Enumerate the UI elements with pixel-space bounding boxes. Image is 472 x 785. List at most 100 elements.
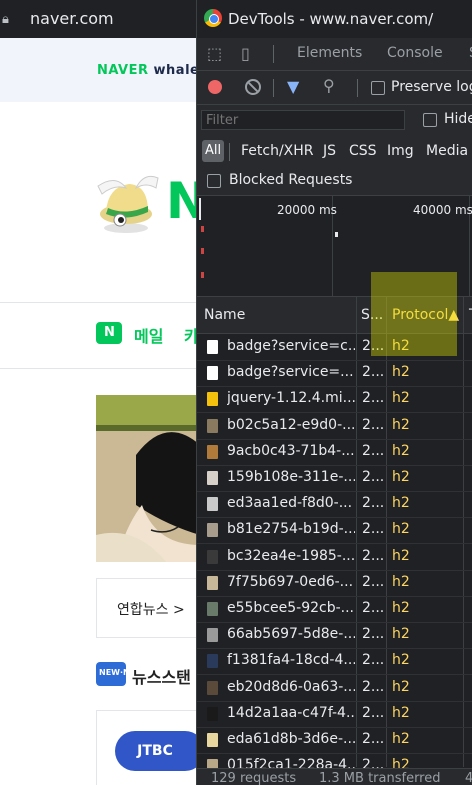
table-row[interactable]: badge?service=... 2... h2	[197, 360, 472, 388]
separator	[229, 143, 230, 161]
whale-promo-banner[interactable]: NAVER whale	[0, 38, 200, 102]
request-name[interactable]: 9acb0c43-71b4-...	[227, 443, 355, 459]
request-name[interactable]: badge?service=...	[227, 364, 355, 380]
table-row[interactable]: b81e2754-b19d-... 2... h2	[197, 517, 472, 545]
request-name[interactable]: 7f75b697-0ed6-...	[227, 574, 355, 590]
resource-type-filter: All Fetch/XHR JS CSS Img Media	[197, 135, 472, 167]
request-name[interactable]: ed3aa1ed-f8d0-...	[227, 495, 355, 511]
table-row[interactable]: b02c5a12-e9d0-... 2... h2	[197, 413, 472, 440]
request-status: 2...	[362, 731, 385, 747]
request-protocol: h2	[392, 678, 410, 695]
table-row[interactable]: jquery-1.12.4.mi... 2... h2	[197, 386, 472, 414]
tab-console[interactable]: Console	[387, 45, 443, 61]
blocked-requests-checkbox[interactable]	[207, 174, 221, 188]
type-img[interactable]: Img	[387, 143, 414, 159]
press-card: JTBC	[96, 710, 200, 785]
naver-n-letter: N	[166, 172, 200, 230]
table-row[interactable]: 9acb0c43-71b4-... 2... h2	[197, 439, 472, 466]
naver-page: NAVER whale N N 메일 카 연합뉴스 > NEW·N 뉴스스탠 J…	[0, 38, 200, 785]
type-css[interactable]: CSS	[349, 143, 377, 159]
devtools-title: DevTools - www.naver.com/	[228, 10, 434, 28]
search-icon[interactable]: ⚲	[323, 76, 335, 95]
promo-naver-text: NAVER	[97, 63, 149, 78]
request-status: 2...	[362, 416, 385, 433]
devtools-window: DevTools - www.naver.com/ ⬚ ▯ Elements C…	[196, 0, 472, 785]
request-status: 2...	[362, 704, 385, 721]
table-row[interactable]: f1381fa4-18cd-4... 2... h2	[197, 648, 472, 676]
newsstand-icon: NEW·N	[96, 662, 130, 686]
news-source-card[interactable]: 연합뉴스 >	[96, 578, 200, 638]
devtools-titlebar[interactable]: DevTools - www.naver.com/	[197, 0, 472, 38]
table-row[interactable]: eda61d8b-3d6e-... 2... h2	[197, 727, 472, 754]
request-protocol: h2	[392, 704, 410, 721]
blocked-requests-row: Blocked Requests	[197, 167, 472, 196]
request-name[interactable]: eda61d8b-3d6e-...	[227, 731, 355, 747]
request-status: 2...	[362, 495, 385, 512]
type-media[interactable]: Media	[426, 143, 468, 159]
file-type-icon	[207, 602, 218, 616]
file-type-icon	[207, 575, 218, 590]
request-name[interactable]: 66ab5697-5d8e-...	[227, 626, 355, 642]
request-protocol: h2	[392, 652, 410, 669]
request-status: 2...	[362, 521, 385, 538]
overview-bar	[199, 198, 201, 220]
table-row[interactable]: eb20d8d6-0a63-... 2... h2	[197, 675, 472, 702]
news-thumbnail-image[interactable]	[96, 395, 200, 562]
request-status: 2...	[362, 364, 385, 381]
record-icon[interactable]	[208, 80, 222, 94]
file-type-icon	[207, 733, 218, 747]
request-name[interactable]: jquery-1.12.4.mi...	[227, 390, 355, 406]
url-text[interactable]: naver.com	[30, 9, 114, 28]
request-name[interactable]: bc32ea4e-1985-...	[227, 548, 355, 564]
table-row[interactable]: 14d2a1aa-c47f-4... 2... h2	[197, 701, 472, 728]
file-type-icon	[207, 392, 218, 407]
type-all[interactable]: All	[202, 140, 224, 162]
overview-bar	[201, 248, 204, 254]
request-protocol: h2	[392, 469, 410, 485]
filter-icon[interactable]: ▼	[287, 77, 299, 96]
type-js[interactable]: JS	[323, 143, 336, 159]
device-toolbar-icon[interactable]: ▯	[241, 44, 250, 63]
request-name[interactable]: f1381fa4-18cd-4...	[227, 652, 355, 668]
request-protocol: h2	[392, 364, 410, 381]
request-name[interactable]: badge?service=c...	[227, 338, 355, 354]
file-type-icon	[207, 497, 218, 512]
inspect-element-icon[interactable]: ⬚	[207, 44, 222, 63]
preserve-log-checkbox[interactable]	[371, 81, 385, 95]
table-row[interactable]: 66ab5697-5d8e-... 2... h2	[197, 622, 472, 650]
table-row[interactable]: ed3aa1ed-f8d0-... 2... h2	[197, 491, 472, 519]
request-protocol: h2	[392, 442, 410, 459]
request-protocol: h2	[392, 521, 410, 538]
browser-address-bar[interactable]: 🔒︎ naver.com	[0, 0, 200, 38]
table-row[interactable]: bc32ea4e-1985-... 2... h2	[197, 544, 472, 571]
table-row[interactable]: 7f75b697-0ed6-... 2... h2	[197, 570, 472, 597]
file-type-icon	[207, 366, 218, 381]
clear-icon[interactable]	[245, 79, 261, 95]
protocol-highlight-overlay	[371, 272, 457, 356]
news-source-label[interactable]: 연합뉴스 >	[117, 599, 185, 619]
separator	[357, 79, 358, 97]
request-protocol: h2	[392, 390, 410, 407]
devtools-tabbar: ⬚ ▯ Elements Console S	[197, 38, 472, 71]
hide-data-urls-checkbox[interactable]	[423, 113, 437, 127]
request-name[interactable]: b81e2754-b19d-...	[227, 521, 355, 537]
naver-logo-area[interactable]: N	[0, 148, 200, 258]
mail-icon: N	[96, 322, 122, 344]
request-status: 2...	[362, 469, 385, 485]
newsstand-label: 뉴스스탠	[132, 668, 191, 687]
column-name[interactable]: Name	[204, 307, 245, 323]
request-name[interactable]: 159b108e-311e-...	[227, 469, 355, 485]
request-name[interactable]: eb20d8d6-0a63-...	[227, 679, 355, 695]
request-name[interactable]: b02c5a12-e9d0-...	[227, 417, 355, 433]
filter-input[interactable]	[201, 110, 405, 130]
type-fetch-xhr[interactable]: Fetch/XHR	[241, 143, 314, 159]
tab-elements[interactable]: Elements	[297, 45, 362, 61]
request-name[interactable]: e55bcee5-92cb-...	[227, 600, 355, 616]
blocked-requests-label: Blocked Requests	[229, 172, 353, 188]
request-status: 2...	[362, 390, 385, 407]
overview-bar	[201, 226, 204, 232]
request-name[interactable]: 14d2a1aa-c47f-4...	[227, 705, 355, 721]
table-row[interactable]: 159b108e-311e-... 2... h2	[197, 465, 472, 492]
jtbc-button[interactable]: JTBC	[115, 731, 200, 771]
table-row[interactable]: e55bcee5-92cb-... 2... h2	[197, 596, 472, 623]
